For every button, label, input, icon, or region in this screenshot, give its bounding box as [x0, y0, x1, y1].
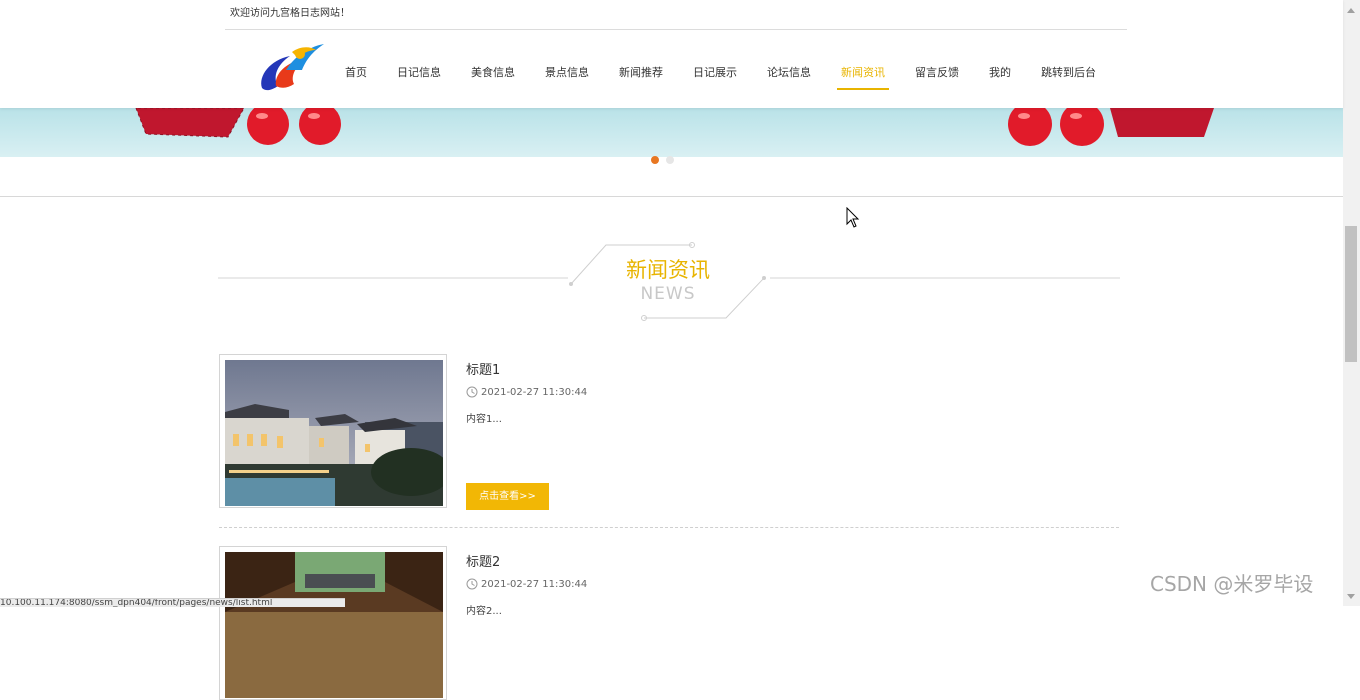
village-photo — [225, 360, 443, 506]
site-header: 欢迎访问九宫格日志网站！ 首页 日记信息 美食信息 景点信息 新闻推荐 日记展示 论坛信息新… — [0, 0, 1343, 108]
section-subtitle: NEWS — [640, 284, 696, 304]
news-title[interactable]: 标题2 — [466, 551, 500, 570]
nav-forum-info[interactable]: 论坛信息 — [752, 56, 826, 90]
scroll-down-icon[interactable] — [1347, 594, 1355, 599]
nav-food-info[interactable]: 美食信息 — [456, 56, 530, 90]
nav-news[interactable]: 新闻资讯 — [826, 56, 900, 90]
news-thumbnail[interactable] — [219, 354, 447, 508]
nav-admin[interactable]: 跳转到后台 — [1026, 56, 1111, 90]
carousel-dot-active[interactable] — [651, 156, 659, 164]
main-nav: 首页 日记信息 美食信息 景点信息 新闻推荐 日记展示 论坛信息 新闻资讯 留言反馈 我的 跳转到后… — [330, 56, 1111, 90]
nav-mine[interactable]: 我的 — [974, 56, 1026, 90]
scroll-up-icon[interactable] — [1347, 8, 1355, 13]
welcome-text: 欢迎访问九宫格日志网站！ — [230, 8, 350, 19]
news-excerpt: 内容1... — [466, 414, 502, 425]
clock-icon — [466, 386, 478, 398]
news-title[interactable]: 标题1 — [466, 359, 500, 378]
news-section-heading: 新闻资讯 NEWS — [218, 238, 1120, 328]
carousel-banner[interactable] — [0, 108, 1343, 157]
view-more-button[interactable]: 点击查看>> — [466, 483, 549, 510]
cherry-cake-image — [135, 108, 1214, 146]
nav-home[interactable]: 首页 — [330, 56, 382, 90]
news-date: 2021-02-27 11:30:44 — [466, 578, 587, 590]
nav-feedback[interactable]: 留言反馈 — [900, 56, 974, 90]
nav-diary-display[interactable]: 日记展示 — [678, 56, 752, 90]
nav-news-recommend[interactable]: 新闻推荐 — [604, 56, 678, 90]
header-divider — [225, 29, 1127, 30]
carousel-dot[interactable] — [666, 156, 674, 164]
news-excerpt: 内容2... — [466, 606, 502, 617]
news-date-text: 2021-02-27 11:30:44 — [481, 386, 588, 398]
nav-scenic-info[interactable]: 景点信息 — [530, 56, 604, 90]
vertical-scrollbar[interactable] — [1343, 0, 1360, 606]
site-logo[interactable] — [256, 40, 328, 98]
news-date: 2021-02-27 11:30:44 — [466, 386, 587, 398]
section-title: 新闻资讯 — [626, 258, 710, 282]
news-thumbnail[interactable] — [219, 546, 447, 700]
banner-divider — [0, 196, 1343, 197]
news-item: 标题2 2021-02-27 11:30:44 内容2... — [219, 546, 1119, 700]
mouse-cursor-icon — [846, 207, 860, 228]
scrollbar-thumb[interactable] — [1345, 226, 1357, 362]
news-date-text: 2021-02-27 11:30:44 — [481, 578, 588, 590]
news-divider — [219, 527, 1119, 528]
clock-icon — [466, 578, 478, 590]
nav-diary-info[interactable]: 日记信息 — [382, 56, 456, 90]
watermark: CSDN @米罗毕设 — [1150, 572, 1314, 596]
news-item: 标题1 2021-02-27 11:30:44 内容1... 点击查看>> — [219, 354, 1119, 514]
courtyard-photo — [225, 552, 443, 698]
